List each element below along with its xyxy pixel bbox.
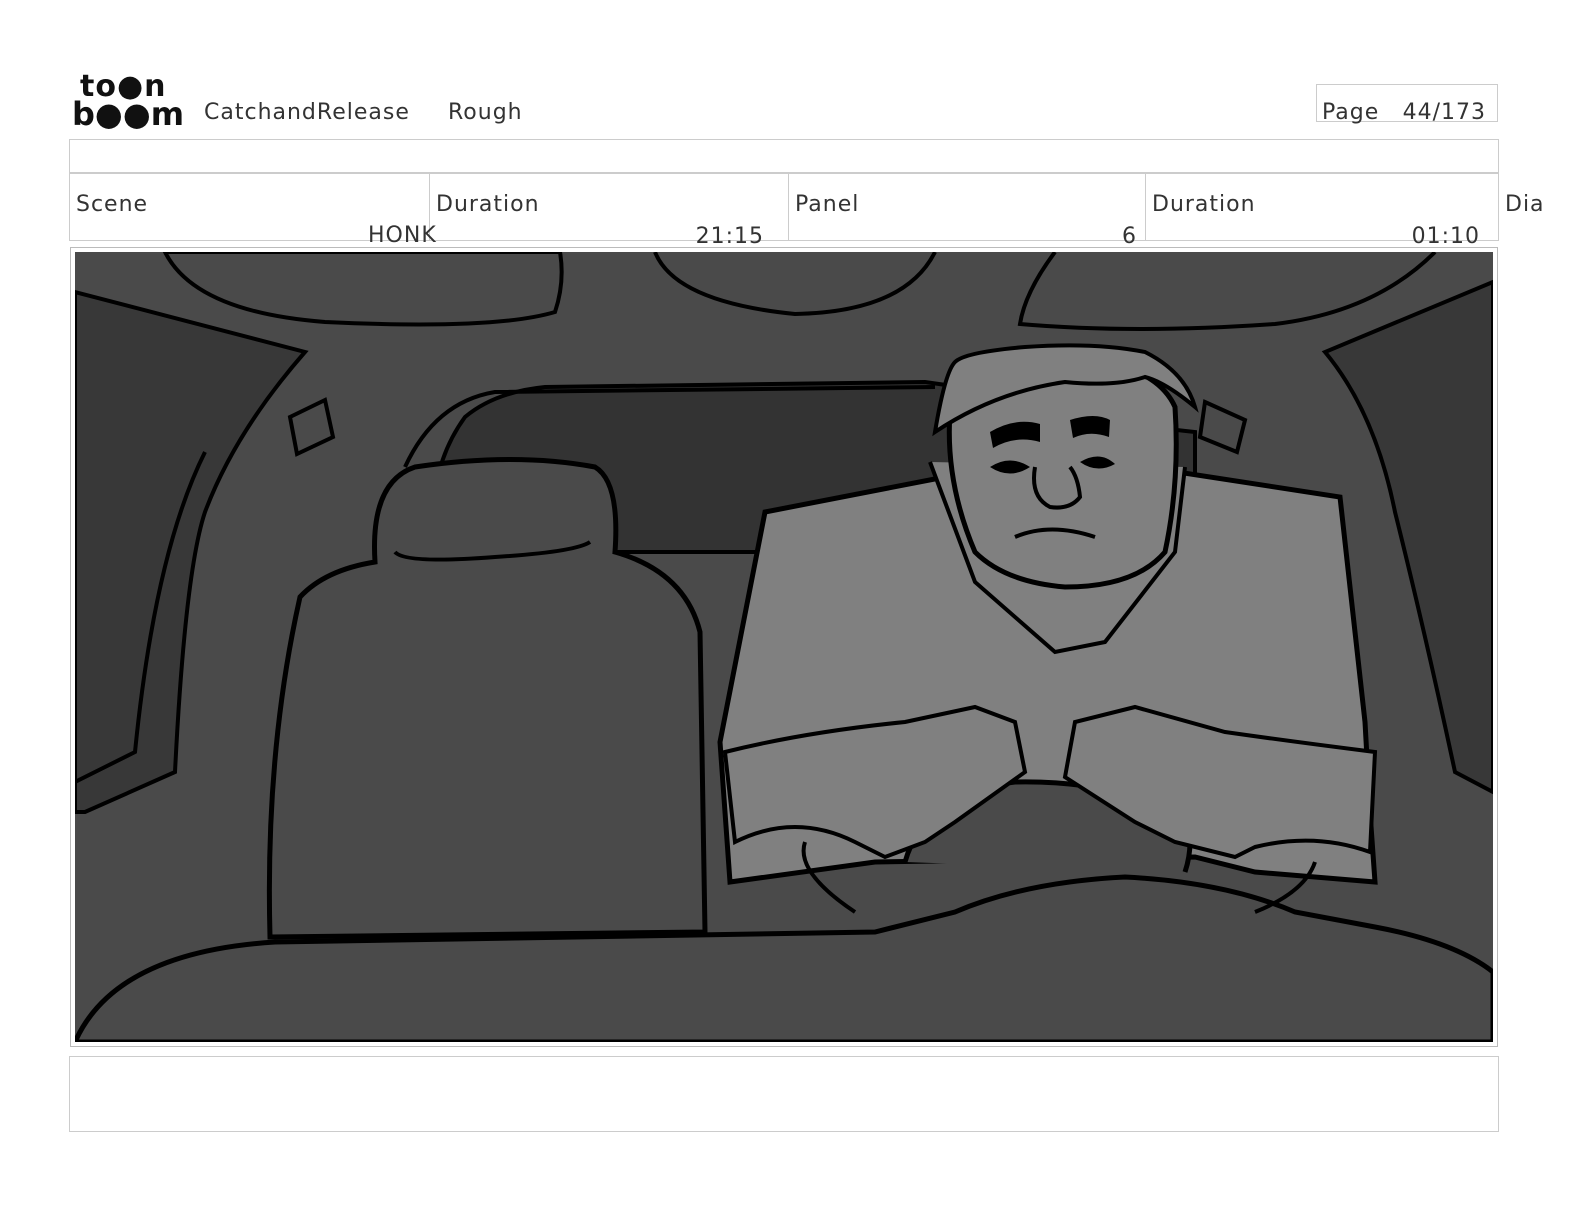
- panel-duration-cell: Duration 01:10: [1145, 174, 1498, 249]
- scene-duration-value: 21:15: [695, 224, 764, 249]
- storyboard-stage: Rough: [448, 100, 523, 125]
- scene-duration-label: Duration: [436, 192, 540, 217]
- panel-duration-value: 01:10: [1411, 224, 1480, 249]
- page-label: Page: [1322, 100, 1380, 125]
- header-strip: [69, 139, 1499, 173]
- page-number: 44/173: [1402, 100, 1486, 125]
- panel-label: Panel: [795, 192, 860, 217]
- panel-cell: Panel 6: [788, 174, 1145, 249]
- scene-name: HONK: [368, 223, 437, 248]
- panel-notes-area: [69, 1056, 1499, 1132]
- panel-info-row: Scene Duration 21:15 Panel 6 Duration 01…: [69, 173, 1499, 249]
- scene-duration-cell: Duration 21:15: [429, 174, 788, 249]
- scene-label: Scene: [76, 192, 149, 217]
- toonboom-logo: to●n b●●m: [72, 72, 184, 132]
- dialogue-label: Dia: [1505, 192, 1545, 217]
- car-interior-drawing-icon: [75, 252, 1493, 1042]
- project-name: CatchandRelease: [204, 100, 410, 125]
- panel-number: 6: [1122, 224, 1137, 249]
- logo-text-bottom: b●●m: [72, 95, 185, 133]
- panel-duration-label: Duration: [1152, 192, 1256, 217]
